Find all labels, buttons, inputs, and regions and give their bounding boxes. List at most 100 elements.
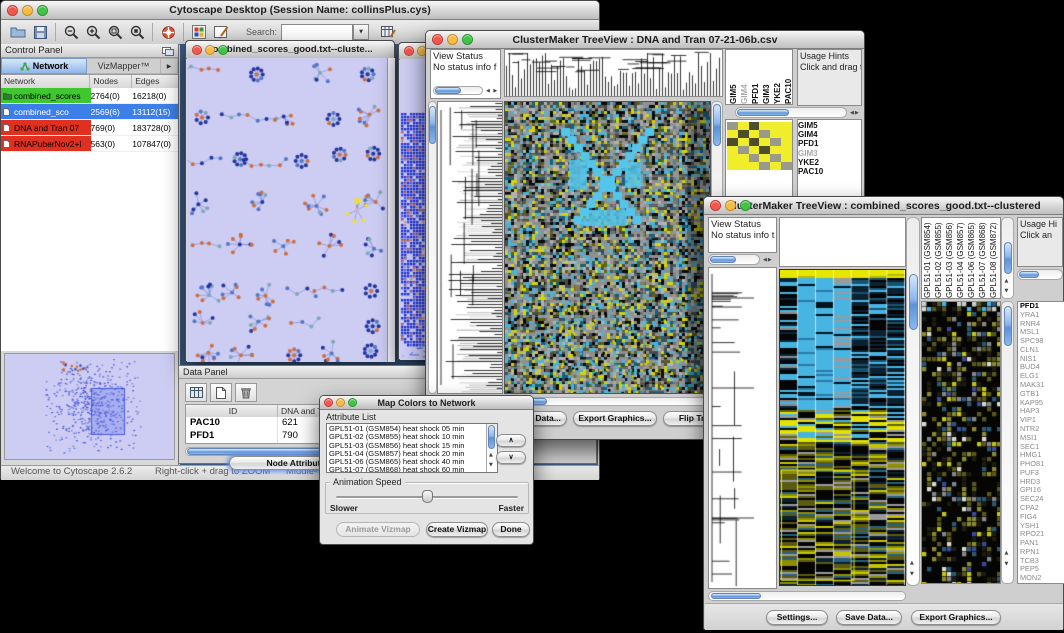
search-input[interactable] — [281, 24, 353, 41]
create-vizmap-button[interactable]: Create Vizmap — [426, 522, 488, 537]
scroll-up-icon[interactable]: ▲ — [489, 452, 494, 458]
tv1-zoom-cell[interactable] — [738, 154, 749, 162]
window-controls[interactable] — [192, 45, 228, 55]
scroll-down-icon[interactable]: ▼ — [1005, 561, 1010, 567]
tv2-column-label[interactable]: GPL51-03 (GSM856) — [945, 218, 956, 298]
float-panel-icon[interactable] — [162, 47, 174, 56]
close-icon[interactable] — [404, 46, 414, 56]
tv1-gene-label[interactable]: GIM3 — [798, 149, 861, 158]
zoom-window-icon[interactable] — [348, 398, 357, 407]
tv1-row-dendrogram-canvas[interactable] — [438, 102, 502, 393]
scroll-arrows-icon[interactable]: ◀ ▶ — [486, 88, 498, 94]
tv2-column-label[interactable]: GPL51-06 (GSM865) — [967, 218, 978, 298]
tv2-column-dendrogram[interactable] — [779, 217, 906, 267]
tv1-zoom-cell[interactable] — [727, 122, 738, 130]
tv2-save-data-button[interactable]: Save Data... — [836, 610, 902, 625]
network-vertical-scrollbar[interactable] — [387, 58, 395, 362]
tv1-zoom-cell[interactable] — [770, 122, 781, 130]
dialog-titlebar[interactable]: Map Colors to Network — [320, 396, 533, 410]
tv2-gene-label[interactable]: MON2 — [1018, 574, 1064, 583]
zoom-out-button[interactable] — [60, 22, 82, 42]
animate-vizmap-button[interactable]: Animate Vizmap — [336, 522, 420, 537]
zoom-window-icon[interactable] — [462, 34, 473, 45]
scroll-thumb[interactable] — [1004, 242, 1012, 274]
tv2-heatmap-canvas[interactable] — [780, 270, 905, 585]
tv1-zoom-cell[interactable] — [781, 146, 792, 154]
scroll-thumb[interactable] — [710, 256, 736, 263]
tv1-zoom-cell[interactable] — [738, 138, 749, 146]
tv2-row-dendrogram-canvas[interactable] — [709, 268, 776, 588]
move-up-button[interactable]: ∧ — [496, 434, 526, 447]
speed-slider-thumb[interactable] — [422, 490, 433, 503]
minimize-icon[interactable] — [205, 45, 215, 55]
tv2-column-label[interactable]: GPL51-04 (GSM857) — [956, 218, 967, 298]
zoom-window-icon[interactable] — [218, 45, 228, 55]
scroll-thumb[interactable] — [435, 87, 461, 94]
tv2-column-label[interactable]: GPL51-07 (GSM868) — [978, 218, 989, 298]
tv2-column-label[interactable]: GPL51-02 (GSM855) — [934, 218, 945, 298]
network-list-row[interactable]: DNA and Tran 07769(0)183728(0) — [1, 120, 178, 136]
tv1-zoom-cell[interactable] — [781, 138, 792, 146]
tv2-zoom-canvas[interactable] — [922, 302, 1000, 583]
tv1-zoom-cell[interactable] — [749, 138, 760, 146]
birdseye-view[interactable] — [4, 353, 175, 460]
network-view-titlebar[interactable]: combined_scores_good.txt--cluste... — [186, 41, 394, 59]
tv1-heatmap-hscrollbar[interactable] — [504, 397, 711, 406]
tv1-column-dendrogram[interactable] — [504, 49, 723, 97]
scroll-up-icon[interactable]: ▲ — [1005, 278, 1010, 284]
tv1-zoom-cell[interactable] — [770, 130, 781, 138]
tv1-column-dendrogram-canvas[interactable] — [505, 50, 722, 96]
close-icon[interactable] — [710, 200, 721, 211]
tv2-row-dendrogram[interactable] — [708, 267, 777, 589]
tv2-heatmap-vscrollbar[interactable]: ▲ ▼ — [906, 217, 920, 586]
attribute-listbox[interactable]: GPL51-01 (GSM854) heat shock 05 minGPL51… — [326, 423, 498, 473]
tv1-gene-label[interactable]: YKE2 — [798, 158, 861, 167]
attribute-list-item[interactable]: GPL51-07 (GSM868) heat shock 60 min — [329, 466, 485, 473]
network-name-cell[interactable]: combined_scores — [1, 88, 91, 103]
scroll-down-icon[interactable]: ▼ — [489, 462, 494, 468]
tab-network[interactable]: Network — [1, 58, 87, 74]
scroll-up-icon[interactable]: ▲ — [1005, 550, 1010, 556]
scroll-thumb[interactable] — [1019, 271, 1039, 278]
scroll-thumb[interactable] — [1004, 306, 1012, 346]
tv1-zoom-cell[interactable] — [770, 154, 781, 162]
window-controls[interactable] — [710, 200, 751, 211]
tv1-row-dendrogram[interactable] — [437, 101, 503, 394]
tv1-zoom-cell[interactable] — [727, 162, 738, 170]
tv1-zoom-cell[interactable] — [759, 130, 770, 138]
tv2-export-graphics-button[interactable]: Export Graphics... — [911, 610, 1001, 625]
tv1-column-label[interactable]: GIM3 — [762, 50, 773, 104]
tv1-zoom-matrix[interactable] — [727, 122, 792, 170]
zoom-in-button[interactable] — [82, 22, 104, 42]
network-canvas[interactable] — [187, 58, 387, 362]
tv1-zoom-cell[interactable] — [770, 138, 781, 146]
tv1-zoom-cell[interactable] — [759, 138, 770, 146]
main-titlebar[interactable]: Cytoscape Desktop (Session Name: collins… — [1, 1, 599, 20]
window-controls[interactable] — [7, 5, 48, 16]
table-edit-button[interactable] — [377, 22, 399, 42]
close-icon[interactable] — [432, 34, 443, 45]
tv2-settings-button[interactable]: Settings... — [766, 610, 828, 625]
tv1-zoom-cell[interactable] — [738, 146, 749, 154]
scroll-thumb[interactable] — [488, 425, 495, 449]
tv1-gene-label[interactable]: PAC10 — [798, 167, 861, 176]
close-icon[interactable] — [192, 45, 202, 55]
tv1-column-label[interactable]: PAC10 — [784, 50, 793, 104]
help-button[interactable] — [157, 22, 179, 42]
zoom-window-icon[interactable] — [37, 5, 48, 16]
scroll-down-icon[interactable]: ▼ — [1005, 288, 1010, 294]
tv1-export-graphics-button[interactable]: Export Graphics... — [573, 411, 657, 426]
tv1-zoom-cell[interactable] — [759, 154, 770, 162]
tv1-gene-label[interactable]: PFD1 — [798, 139, 861, 148]
network-name-cell[interactable]: RNAPuberNov2+l — [1, 136, 91, 151]
scroll-thumb[interactable] — [711, 593, 761, 599]
scroll-thumb[interactable] — [737, 109, 789, 116]
tv1-zoom-cell[interactable] — [781, 154, 792, 162]
annotation-button[interactable] — [210, 22, 232, 42]
tv1-zoom-cell[interactable] — [781, 130, 792, 138]
scroll-thumb[interactable] — [909, 274, 918, 330]
tv1-zoom-cell[interactable] — [749, 154, 760, 162]
tv1-zoom-cell[interactable] — [781, 162, 792, 170]
tv2-heatmap[interactable] — [779, 269, 906, 586]
save-button[interactable] — [29, 22, 51, 42]
